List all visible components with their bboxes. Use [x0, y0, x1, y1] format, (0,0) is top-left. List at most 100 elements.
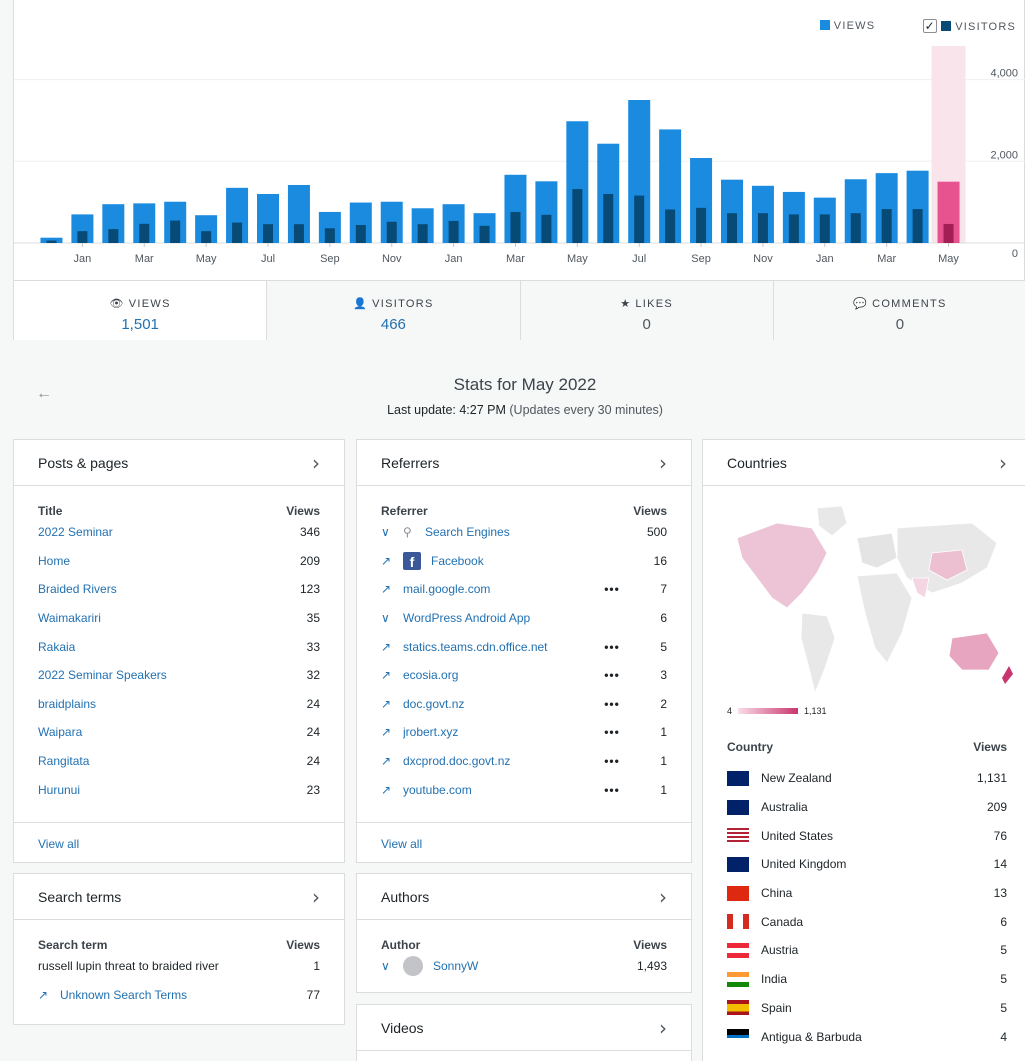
post-title-link[interactable]: Hurunui: [38, 783, 260, 797]
list-item[interactable]: Rakaia 33: [14, 632, 344, 661]
posts-view-all-link[interactable]: View all: [14, 822, 344, 862]
search-term-views: 77: [306, 987, 320, 1002]
post-title-link[interactable]: 2022 Seminar Speakers: [38, 668, 260, 682]
referrer-link[interactable]: Facebook: [431, 554, 597, 568]
post-views: 209: [299, 553, 320, 568]
visitors-bar: [572, 189, 583, 243]
country-name: Antigua & Barbuda: [761, 1029, 862, 1044]
external-link-icon[interactable]: ↗: [381, 554, 403, 568]
country-name: Austria: [761, 943, 799, 958]
list-item[interactable]: ↗ doc.govt.nz ••• 2: [357, 690, 691, 719]
videos-header[interactable]: Videos ›: [357, 1005, 691, 1051]
post-title-link[interactable]: 2022 Seminar: [38, 525, 260, 539]
list-item[interactable]: Hurunui 23: [14, 775, 344, 804]
list-item[interactable]: ↗ f Facebook 16: [357, 547, 691, 576]
list-item[interactable]: ∨ ⚲ Search Engines 500: [357, 518, 691, 547]
list-item[interactable]: Rangitata 24: [14, 747, 344, 776]
chevron-right-icon[interactable]: ›: [312, 885, 320, 909]
post-title-link[interactable]: Waimakariri: [38, 611, 260, 625]
search-terms-header[interactable]: Search terms ›: [14, 874, 344, 920]
visitors-checkbox[interactable]: ✓: [923, 19, 938, 33]
external-link-icon[interactable]: ↗: [381, 668, 403, 682]
referrer-link[interactable]: doc.govt.nz: [403, 697, 597, 711]
map-australia: [948, 632, 1000, 671]
external-link-icon[interactable]: ↗: [381, 783, 403, 797]
list-item[interactable]: ↗ ecosia.org ••• 3: [357, 661, 691, 690]
referrer-link[interactable]: youtube.com: [403, 783, 597, 797]
more-options-icon[interactable]: •••: [597, 754, 627, 768]
list-item[interactable]: ↗ jrobert.xyz ••• 1: [357, 718, 691, 747]
more-options-icon[interactable]: •••: [597, 783, 627, 797]
search-term[interactable]: Unknown Search Terms: [60, 988, 260, 1002]
list-item[interactable]: ↗ statics.teams.cdn.office.net ••• 5: [357, 632, 691, 661]
us-flag-icon: [727, 828, 749, 844]
referrers-header[interactable]: Referrers ›: [357, 440, 691, 486]
more-options-icon[interactable]: •••: [597, 640, 627, 654]
tab-views[interactable]: 👁 VIEWS 1,501: [14, 281, 267, 340]
list-item[interactable]: ↗ Unknown Search Terms 77: [14, 981, 344, 1010]
chevron-right-icon[interactable]: ›: [999, 451, 1007, 475]
chevron-down-icon[interactable]: ∨: [381, 525, 403, 539]
list-item[interactable]: Home 209: [14, 547, 344, 576]
chevron-down-icon[interactable]: ∨: [381, 611, 403, 625]
list-item[interactable]: Waimakariri 35: [14, 604, 344, 633]
legend-visitors-toggle[interactable]: ✓ VISITORS: [883, 19, 1016, 33]
list-item[interactable]: 2022 Seminar Speakers 32: [14, 661, 344, 690]
more-options-icon[interactable]: •••: [597, 697, 627, 711]
external-link-icon[interactable]: ↗: [381, 640, 403, 654]
external-link-icon[interactable]: ↗: [381, 697, 403, 711]
posts-pages-header[interactable]: Posts & pages ›: [14, 440, 344, 486]
more-options-icon[interactable]: •••: [597, 668, 627, 682]
map-europe: [856, 532, 898, 569]
post-title-link[interactable]: Home: [38, 554, 260, 568]
external-link-icon[interactable]: ↗: [381, 582, 403, 596]
nz-flag-icon: [727, 770, 749, 786]
list-item[interactable]: Braided Rivers 123: [14, 575, 344, 604]
chevron-down-icon[interactable]: ∨: [381, 959, 403, 973]
list-item[interactable]: ↗ mail.google.com ••• 7: [357, 575, 691, 604]
map-india: [911, 577, 930, 599]
post-title-link[interactable]: Braided Rivers: [38, 582, 260, 596]
more-options-icon[interactable]: •••: [597, 582, 627, 596]
list-item[interactable]: ↗ youtube.com ••• 1: [357, 775, 691, 804]
post-views: 346: [299, 525, 320, 540]
countries-column-header: Country Views: [727, 740, 1007, 754]
post-title-link[interactable]: Rangitata: [38, 754, 260, 768]
tab-comments[interactable]: 💬 COMMENTS 0: [772, 281, 1025, 340]
referrer-views: 1: [660, 782, 667, 797]
tab-likes[interactable]: ★ LIKES 0: [519, 281, 773, 340]
post-title-link[interactable]: Rakaia: [38, 640, 260, 654]
country-views: 5: [1000, 1000, 1007, 1015]
authors-header[interactable]: Authors ›: [357, 874, 691, 920]
list-item[interactable]: ↗ dxcprod.doc.govt.nz ••• 1: [357, 747, 691, 776]
referrer-link[interactable]: Search Engines: [425, 525, 597, 539]
chevron-right-icon[interactable]: ›: [312, 451, 320, 475]
referrer-link[interactable]: ecosia.org: [403, 668, 597, 682]
list-item[interactable]: 2022 Seminar 346: [14, 518, 344, 547]
external-link-icon[interactable]: ↗: [381, 725, 403, 739]
list-item[interactable]: braidplains 24: [14, 690, 344, 719]
referrer-link[interactable]: statics.teams.cdn.office.net: [403, 640, 597, 654]
external-link-icon[interactable]: ↗: [38, 988, 60, 1002]
list-item[interactable]: Waipara 24: [14, 718, 344, 747]
author-name[interactable]: SonnyW: [433, 959, 607, 973]
more-options-icon[interactable]: •••: [597, 725, 627, 739]
referrer-link[interactable]: WordPress Android App: [403, 611, 597, 625]
chevron-right-icon[interactable]: ›: [659, 885, 667, 909]
external-link-icon[interactable]: ↗: [381, 754, 403, 768]
author-row[interactable]: ∨ SonnyW 1,493: [357, 952, 691, 981]
visitors-swatch: [941, 21, 952, 31]
list-item[interactable]: ∨ WordPress Android App 6: [357, 604, 691, 633]
post-title-link[interactable]: Waipara: [38, 725, 260, 739]
chevron-right-icon[interactable]: ›: [659, 1016, 667, 1040]
referrer-link[interactable]: mail.google.com: [403, 582, 597, 596]
chevron-right-icon[interactable]: ›: [659, 451, 667, 475]
referrer-link[interactable]: jrobert.xyz: [403, 725, 597, 739]
post-title-link[interactable]: braidplains: [38, 697, 260, 711]
referrer-link[interactable]: dxcprod.doc.govt.nz: [403, 754, 597, 768]
tab-visitors[interactable]: 👤 VISITORS 466: [266, 281, 520, 340]
map-south-america: [800, 612, 836, 695]
list-item: India 5: [703, 965, 1025, 994]
referrers-view-all-link[interactable]: View all: [357, 822, 691, 862]
countries-header[interactable]: Countries ›: [703, 440, 1025, 486]
